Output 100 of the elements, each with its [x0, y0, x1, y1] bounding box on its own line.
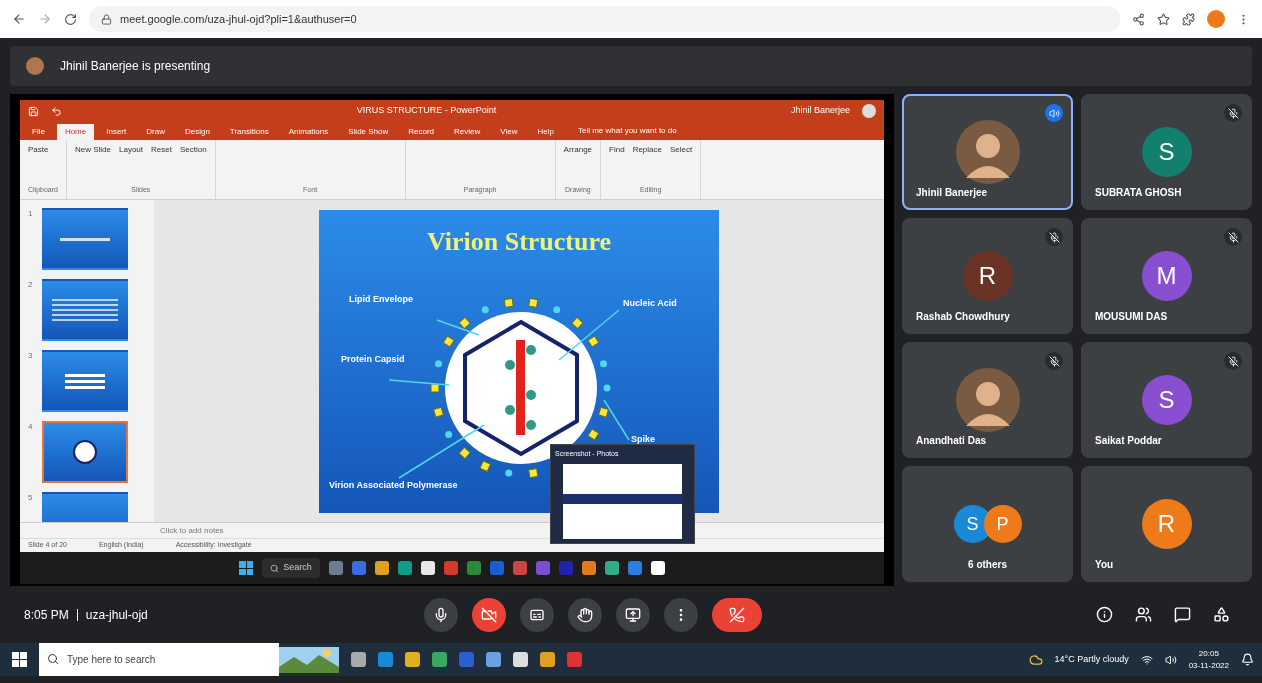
leave-icon	[729, 606, 745, 623]
ribbon-button[interactable]: Arrange	[563, 144, 593, 156]
save-icon[interactable]	[28, 105, 39, 117]
search-icon	[270, 563, 280, 573]
ribbon-tab[interactable]: Draw	[138, 124, 173, 140]
ribbon-tab[interactable]: Design	[176, 124, 218, 140]
speaking-indicator-icon	[1045, 104, 1063, 122]
participant-tile[interactable]: S SUBRATA GHOSH	[1081, 94, 1252, 210]
people-icon[interactable]	[1135, 606, 1152, 623]
camera-icon	[481, 606, 497, 623]
weather-icon	[1028, 652, 1043, 667]
present-button[interactable]	[616, 597, 650, 632]
ribbon-tab[interactable]: Insert	[98, 124, 135, 140]
slide-thumbnail[interactable]	[42, 208, 128, 270]
app-icon[interactable]	[604, 561, 619, 575]
undo-icon[interactable]	[51, 105, 62, 117]
ribbon-button[interactable]: Reset	[151, 144, 172, 156]
leave-button[interactable]	[712, 597, 762, 632]
app-icon[interactable]	[374, 561, 389, 575]
participant-name: MOUSUMI DAS	[1095, 310, 1168, 324]
clock-time[interactable]: 20:05	[1198, 647, 1219, 660]
meeting-code: uza-jhul-ojd	[85, 606, 148, 624]
profile-avatar[interactable]	[1207, 10, 1225, 28]
ribbon-button[interactable]: Section	[179, 144, 207, 156]
back-icon[interactable]	[12, 12, 26, 26]
taskbar-search[interactable]: Search	[262, 558, 320, 578]
search-icon	[47, 653, 59, 665]
slide-thumbnail[interactable]	[42, 421, 128, 483]
ribbon-tab[interactable]: File	[24, 124, 53, 140]
notifications-icon[interactable]	[1241, 653, 1254, 666]
start-icon[interactable]	[12, 652, 27, 667]
ribbon-tab[interactable]: Record	[400, 124, 443, 140]
participant-tile[interactable]: R Rashab Chowdhury	[902, 218, 1073, 334]
extensions-icon[interactable]	[1182, 12, 1195, 26]
hand-icon	[577, 606, 593, 623]
participant-tile[interactable]: Anandhati Das	[902, 342, 1073, 458]
search-field[interactable]: Type here to search	[39, 643, 279, 676]
start-icon[interactable]	[239, 561, 254, 575]
slide-number: 3	[28, 350, 34, 362]
ribbon-button[interactable]: Replace	[632, 144, 662, 156]
avatar-initial: R	[962, 251, 1013, 301]
leader-line	[436, 318, 480, 336]
ribbon-button[interactable]: Paste	[28, 144, 49, 156]
avatar-initial: S	[1141, 127, 1192, 177]
notes-placeholder[interactable]: Click to add notes	[160, 525, 224, 536]
app-icon[interactable]	[581, 561, 596, 575]
participant-name: You	[1095, 558, 1114, 572]
participant-tile[interactable]: Jhinil Banerjee	[902, 94, 1073, 210]
network-icon[interactable]	[1140, 653, 1153, 666]
ribbon-tab[interactable]: Review	[446, 124, 489, 140]
hand-button[interactable]	[568, 597, 602, 632]
mic-button[interactable]	[424, 597, 458, 632]
ribbon-button[interactable]: Select	[670, 144, 693, 156]
diagram-label: Virion Associated Polymerase	[329, 479, 458, 490]
app-icon[interactable]	[420, 561, 435, 575]
ribbon-tab[interactable]: Slide Show	[340, 124, 397, 140]
participant-tile[interactable]: R You	[1081, 466, 1252, 582]
user-name: Jhinil Banerjee	[790, 104, 850, 118]
avatar-icon	[955, 120, 1020, 184]
ribbon-button[interactable]: Find	[609, 144, 625, 156]
volume-icon[interactable]	[1164, 653, 1177, 666]
captions-button[interactable]	[520, 597, 554, 632]
tell-me-field[interactable]: Tell me what you want to do	[577, 125, 677, 137]
avatar-initial: M	[1141, 251, 1192, 301]
ribbon-tab[interactable]: Transitions	[221, 124, 277, 140]
app-icon[interactable]	[650, 561, 665, 575]
ribbon-tab[interactable]: Home	[56, 124, 95, 140]
diagram-label: Nucleic Acid	[623, 297, 677, 308]
slide-thumbnail[interactable]	[42, 279, 128, 341]
bookmark-icon[interactable]	[1157, 12, 1170, 26]
activities-icon[interactable]	[1213, 606, 1230, 623]
banner-text: Jhinil Banerjee is presenting	[60, 58, 211, 75]
ribbon-tab[interactable]: Help	[529, 124, 562, 140]
ribbon-button[interactable]: New Slide	[74, 144, 111, 156]
participant-tile[interactable]: S P 6 others	[902, 466, 1073, 582]
ribbon-tab[interactable]: View	[492, 124, 526, 140]
share-icon[interactable]	[1132, 12, 1145, 26]
slide-number: 1	[28, 208, 34, 220]
diagram-label: Lipid Envelope	[349, 293, 413, 304]
ribbon-tab[interactable]: Animations	[280, 124, 337, 140]
slide-title: Virion Structure	[426, 226, 612, 256]
slide-number: 4	[28, 421, 34, 433]
ribbon-button[interactable]: Layout	[119, 144, 143, 156]
reload-icon[interactable]	[64, 12, 77, 26]
avatar-initial: S	[1141, 375, 1192, 425]
participant-name: SUBRATA GHOSH	[1095, 186, 1182, 200]
weather-text[interactable]: 14°C Partly cloudy	[1054, 652, 1129, 667]
mic-icon	[433, 606, 449, 623]
chat-icon[interactable]	[1174, 606, 1191, 623]
slide-thumbnail[interactable]	[42, 350, 128, 412]
clock-date[interactable]: 03-11-2022	[1188, 659, 1229, 672]
participant-name: Saikat Poddar	[1095, 434, 1162, 448]
participant-tile[interactable]: S Saikat Poddar	[1081, 342, 1252, 458]
user-avatar	[862, 104, 876, 118]
address-bar[interactable]: meet.google.com/uza-jhul-ojd?pli=1&authuser=0	[89, 6, 1120, 32]
participant-tile[interactable]: M MOUSUMI DAS	[1081, 218, 1252, 334]
info-icon[interactable]	[1096, 606, 1113, 623]
camera-button[interactable]	[472, 597, 506, 632]
window-title: VIRUS STRUCTURE - PowerPoint	[355, 104, 498, 118]
leader-line	[388, 378, 450, 386]
